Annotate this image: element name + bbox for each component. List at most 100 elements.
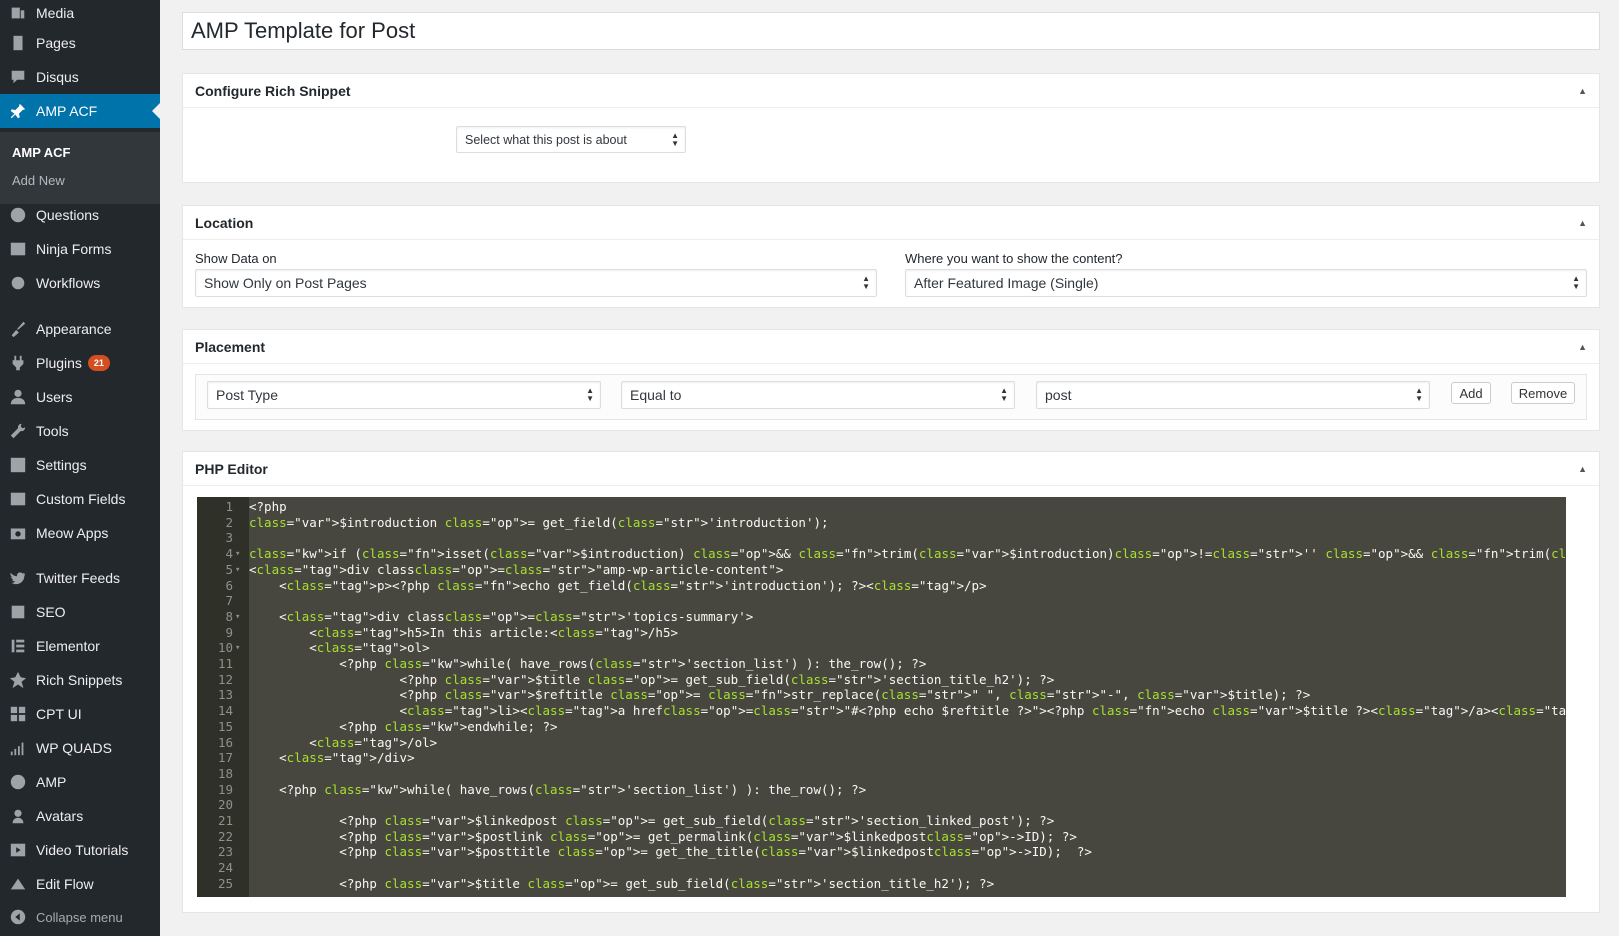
camera-icon [0,524,36,542]
placement-param-value: Post Type [216,387,279,403]
sidebar-item-label: Custom Fields [36,491,126,507]
line-number: 17 [217,750,233,766]
sidebar-item-label: Tools [36,423,69,439]
sidebar-item-appearance[interactable]: Appearance [0,312,160,346]
brush-icon [0,320,36,338]
sidebar-item-elementor[interactable]: Elementor [0,629,160,663]
submenu-item-add-new[interactable]: Add New [12,173,65,188]
sidebar-item-label: Meow Apps [36,525,109,541]
admin-sidebar: AMP ACF Add New Media Pages Disqus AMP ACF Q… [0,0,160,936]
sidebar-item-label: AMP [36,774,67,790]
placement-param-select[interactable]: Post Type ▲ ▼ [207,381,601,409]
rich-snippet-select[interactable]: Select what this post is about ▲ ▼ [456,126,686,153]
code-text: <?php class="kw">while( have_rows(class=… [249,781,867,797]
pages-icon [0,34,36,52]
code-text: <class="tag">li><class="tag">a hrefclass… [249,703,1567,719]
sidebar-item-label: Questions [36,207,100,223]
sidebar-item-twitter-feeds[interactable]: Twitter Feeds [0,561,160,595]
line-number: 25 [217,875,233,891]
collapse-icon [0,908,36,926]
amp-icon [0,773,36,791]
fold-arrow-icon[interactable]: ▾ [235,609,240,625]
code-text: <class="tag">h5>In this article:<class="… [249,624,679,640]
line-number: 1 [225,499,233,514]
gear-icon [0,274,36,292]
line-number: 20 [217,797,233,813]
seo-icon [0,603,36,621]
where-show-select[interactable]: After Featured Image (Single) ▲ ▼ [905,269,1587,297]
code-text: <?php [249,499,287,514]
code-text: <class="tag">ol> [249,640,430,656]
sidebar-item-amp-acf[interactable]: AMP ACF [0,94,160,128]
line-number: 9 [225,624,233,640]
code-text: <class="tag">p><?php class="fn">echo get… [249,577,987,593]
sidebar-item-users[interactable]: Users [0,380,160,414]
location-heading: Location [195,214,254,231]
placement-value-value: post [1045,387,1072,403]
sidebar-item-custom-fields[interactable]: Custom Fields [0,482,160,516]
select-arrows-icon: ▲ ▼ [1572,274,1580,291]
code-text: <class="tag">/ol> [249,734,438,750]
sidebar-item-pages[interactable]: Pages [0,26,160,60]
fold-arrow-icon[interactable]: ▾ [235,546,240,562]
sidebar-item-ninja-forms[interactable]: Ninja Forms [0,232,160,266]
collapse-toggle-icon[interactable]: ▲ [1578,86,1587,96]
show-data-select[interactable]: Show Only on Post Pages ▲ ▼ [195,269,877,297]
php-code-editor[interactable]: 1 <?php 2 class="var">$introduction class="… [197,497,1566,897]
sidebar-item-avatars[interactable]: Avatars [0,799,160,833]
collapse-menu-button[interactable]: Collapse menu [0,900,160,934]
add-rule-button[interactable]: Add [1451,382,1491,404]
line-number: 18 [217,765,233,781]
sidebar-item-cpt-ui[interactable]: CPT UI [0,697,160,731]
sidebar-item-label: Plugins [36,355,82,371]
line-number: 5 [225,561,233,577]
placement-operator-value: Equal to [630,387,682,403]
sidebar-item-label: Settings [36,457,87,473]
select-arrows-icon: ▲ ▼ [671,131,679,148]
placement-operator-select[interactable]: Equal to ▲ ▼ [621,381,1015,409]
elementor-icon [0,637,36,655]
submenu-item-amp-acf[interactable]: AMP ACF [12,145,71,160]
remove-rule-button[interactable]: Remove [1511,382,1575,404]
sidebar-item-amp[interactable]: AMP [0,765,160,799]
sidebar-item-disqus[interactable]: Disqus [0,60,160,94]
sidebar-item-video-tutorials[interactable]: Video Tutorials [0,833,160,867]
code-text: <class="tag">div classclass="op">=class=… [249,561,784,577]
sidebar-item-seo[interactable]: SEO [0,595,160,629]
line-number: 21 [217,813,233,828]
collapse-label: Collapse menu [36,909,123,925]
sidebar-item-edit-flow[interactable]: Edit Flow [0,867,160,901]
sidebar-item-label: Disqus [36,69,79,85]
media-icon [0,4,36,22]
sidebar-item-plugins[interactable]: Plugins 21 [0,346,160,380]
sidebar-item-wp-quads[interactable]: WP QUADS [0,731,160,765]
select-arrows-icon: ▲ ▼ [1415,386,1423,403]
sidebar-item-workflows[interactable]: Workflows [0,266,160,300]
sidebar-item-label: AMP ACF [36,103,98,119]
post-title-input[interactable]: AMP Template for Post [182,12,1600,50]
table-icon [0,490,36,508]
fold-arrow-icon[interactable]: ▾ [235,562,240,578]
code-text: <?php class="var">$posttitle class="op">… [249,844,1092,860]
line-number: 4 [225,546,233,562]
sidebar-item-meow-apps[interactable]: Meow Apps [0,516,160,550]
collapse-toggle-icon[interactable]: ▲ [1578,342,1587,352]
line-number: 11 [217,656,233,671]
line-number: 6 [225,577,233,593]
code-text: <?php class="var">$reftitle class="op">=… [249,687,1311,703]
sidebar-item-questions[interactable]: Questions [0,198,160,232]
fold-arrow-icon[interactable]: ▾ [235,640,240,656]
sidebar-item-rich-snippets[interactable]: Rich Snippets [0,663,160,697]
plugin-icon [0,354,36,372]
line-number: 24 [217,860,233,876]
placement-value-select[interactable]: post ▲ ▼ [1036,381,1430,409]
collapse-toggle-icon[interactable]: ▲ [1578,218,1587,228]
question-icon [0,206,36,224]
submenu-amp-acf: AMP ACF Add New [0,132,160,204]
sidebar-item-settings[interactable]: Settings [0,448,160,482]
sidebar-item-tools[interactable]: Tools [0,414,160,448]
star-icon [0,671,36,689]
code-text: <class="tag">div classclass="op">=class=… [249,608,754,624]
collapse-toggle-icon[interactable]: ▲ [1578,464,1587,474]
forms-icon [0,240,36,258]
